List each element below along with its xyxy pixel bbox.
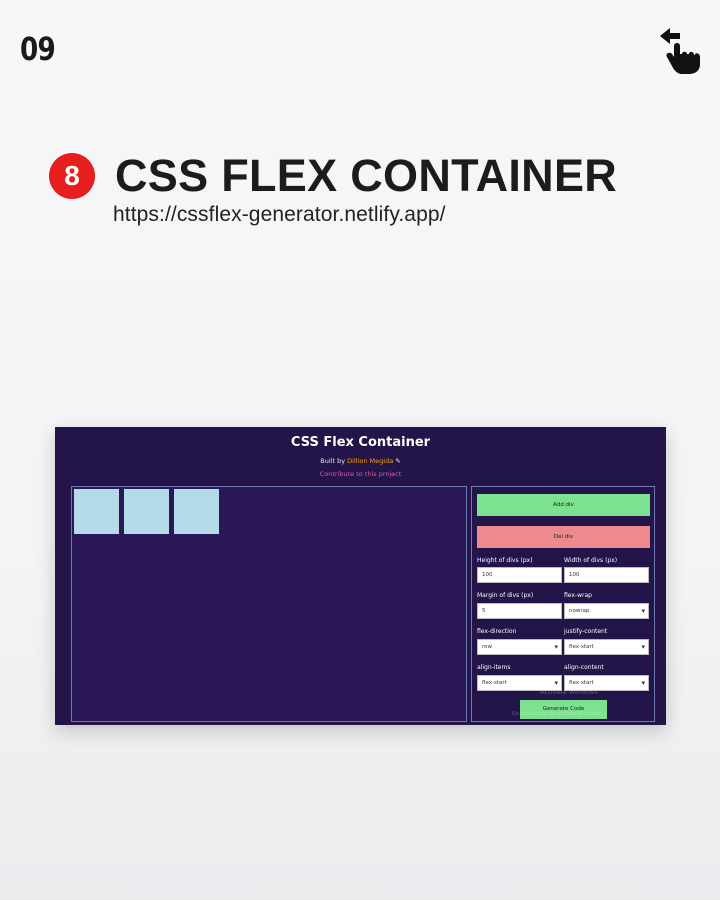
app-screenshot: CSS Flex Container Built by Dillion Megi… xyxy=(55,427,666,725)
add-div-button[interactable]: Add div xyxy=(477,494,650,516)
item-number-badge: 8 xyxy=(49,153,95,199)
del-div-button[interactable]: Del div xyxy=(477,526,650,548)
flex-direction-label: flex-direction xyxy=(477,628,517,635)
align-content-label: align-content xyxy=(564,664,604,671)
app-title: CSS Flex Container xyxy=(290,435,431,450)
headline: CSS FLEX CONTAINER xyxy=(115,150,618,201)
flex-wrap-label: flex-wrap xyxy=(564,592,592,599)
flex-item-box xyxy=(74,489,119,534)
flex-direction-select[interactable]: row xyxy=(477,639,562,655)
height-label: Height of divs (px) xyxy=(477,557,533,564)
activate-windows-watermark: Activate Windows xyxy=(540,688,598,696)
justify-content-label: justify-content xyxy=(564,628,608,635)
flex-item-box xyxy=(174,489,219,534)
app-built-by: Built by Dillion Megida ✎ xyxy=(55,457,666,465)
margin-input[interactable]: 5 xyxy=(477,603,562,619)
width-label: Width of divs (px) xyxy=(564,557,618,564)
flex-wrap-select[interactable]: nowrap xyxy=(564,603,649,619)
activate-windows-hint: Go to Settings to activate Windows. xyxy=(512,711,602,717)
swipe-hand-icon xyxy=(660,28,700,74)
website-url[interactable]: https://cssflex-generator.netlify.app/ xyxy=(113,203,446,227)
height-input[interactable]: 100 xyxy=(477,567,562,583)
width-input[interactable]: 100 xyxy=(564,567,649,583)
built-by-prefix: Built by xyxy=(320,457,346,465)
contribute-link[interactable]: Contribute to this project xyxy=(55,470,666,478)
margin-label: Margin of divs (px) xyxy=(477,592,534,599)
flex-item-box xyxy=(124,489,169,534)
pin-icon: ✎ xyxy=(395,457,401,465)
page-number: 09 xyxy=(20,30,56,68)
author-link[interactable]: Dillion Megida xyxy=(347,457,393,465)
flex-container-preview xyxy=(71,486,467,722)
controls-panel: Add div Del div Height of divs (px) Widt… xyxy=(471,486,655,722)
align-items-label: align-items xyxy=(477,664,511,671)
justify-content-select[interactable]: flex-start xyxy=(564,639,649,655)
